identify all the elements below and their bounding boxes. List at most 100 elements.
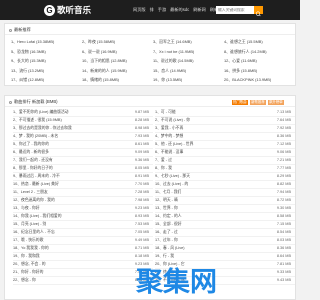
search-button[interactable] [254, 6, 263, 17]
song-name[interactable]: 1、爱不死你的 (Live) 编曲版活动 [13, 109, 125, 117]
song-name[interactable]: 10、热恋 - 最新 (Live) 美好 [13, 181, 125, 189]
song-row[interactable]: 22、想念 - 你 8.43 MB [13, 277, 153, 285]
song-name[interactable]: 15、全部 - 很好 [155, 221, 267, 229]
song-name[interactable]: 16、走了 - 过 [155, 229, 267, 237]
song-row[interactable]: 10、热恋 - 最新 (Live) 美好 7.70 MB [13, 181, 153, 189]
song-name[interactable]: 8、你 - 我 [155, 165, 267, 173]
song-name[interactable]: 18、春 - 风 (Live) [155, 245, 267, 253]
recommend-item[interactable]: 6、说一说 (16.9MB) [82, 47, 153, 57]
recommend-item[interactable]: 2、昨夜 (15.58MB) [82, 37, 153, 47]
song-name[interactable]: 8、那里 - 你好的日子的 [13, 165, 125, 173]
recommend-item[interactable]: 18、情绪的 (15.8MB) [82, 75, 153, 85]
song-row[interactable]: 3、爱我 - 小不再 7.92 MB [155, 125, 295, 133]
song-row[interactable]: 7、我们一起的 - 还没有 9.36 MB [13, 157, 153, 165]
song-row[interactable]: 3、那过去的是我的你 - 你过去和我 8.98 MB [13, 125, 153, 133]
recommend-item[interactable]: 13、流行 (13.2MB) [11, 66, 82, 76]
song-row[interactable]: 12、夜色迷离的你 - 我的 7.98 MB [13, 197, 153, 205]
song-name[interactable]: 6、最近的 - 新的很多 [13, 149, 125, 157]
song-name[interactable]: 7、爱 - 过 [155, 157, 267, 165]
song-row[interactable]: 15、全部 - 很好 7.15 MB [155, 221, 295, 229]
song-row[interactable]: 21、你好 - 你好的 7.45 MB [13, 269, 153, 277]
tab-2[interactable]: 新歌推荐 [249, 99, 267, 105]
song-name[interactable]: 1、可 - 可能 [155, 109, 267, 117]
song-row[interactable]: 7、爱 - 过 7.21 MB [155, 157, 295, 165]
song-row[interactable]: 9、暴雨过后 - 周末的 - 冷不 8.91 MB [13, 173, 153, 181]
song-name[interactable]: 11、七月 - 我们 [155, 189, 267, 197]
song-row[interactable]: 9、七秒 (Live) - 那天 8.29 MB [155, 173, 295, 181]
song-name[interactable]: 13、世界 - 你 [155, 205, 267, 213]
song-name[interactable]: 10、过去 (Live) - 的 [155, 181, 267, 189]
recommend-item[interactable]: 9、长大的 (15.3MB) [11, 56, 82, 66]
song-row[interactable]: 16、纪念日里的人 - 不忘 7.05 MB [13, 229, 153, 237]
song-name[interactable]: 20、想念, 不会 - 的 [13, 261, 125, 269]
song-name[interactable]: 12、夜色迷离的你 - 我的 [13, 197, 125, 205]
song-row[interactable]: 20、想念, 不会 - 的 9.23 MB [13, 261, 153, 269]
song-name[interactable]: 17、哦 - 快乐的歌 [13, 237, 125, 245]
song-row[interactable]: 17、哦 - 快乐的歌 9.49 MB [13, 237, 153, 245]
search-input[interactable] [216, 6, 254, 14]
song-name[interactable]: 17、过年 - 你 [155, 237, 267, 245]
song-row[interactable]: 15、月亮 (Live) - 别 7.53 MB [13, 221, 153, 229]
nav-item[interactable]: 网页版 [133, 0, 146, 20]
song-row[interactable]: 2、不可描述 - 很我 (15.9MB) 8.28 MB [13, 117, 153, 125]
recommend-item[interactable]: 11、说过的歌 (14.5MB) [153, 56, 224, 66]
song-name[interactable]: 21、你好 - 你好的 [13, 269, 125, 277]
nav-item[interactable]: 刷新网 [193, 0, 206, 20]
song-row[interactable]: 1、可 - 可能 7.13 MB [155, 109, 295, 117]
song-name[interactable]: 22、想念 - 你 [13, 277, 125, 285]
song-row[interactable]: 11、Level 2 - 三朋友 7.28 MB [13, 189, 153, 197]
song-name[interactable]: 19、你 - 我和我 [13, 253, 125, 261]
song-name[interactable]: 9、暴雨过后 - 周末的 - 冷不 [13, 173, 125, 181]
song-row[interactable]: 18、Yo 我我我 - 你的 8.71 MB [13, 245, 153, 253]
song-row[interactable]: 6、不能说 - 没事 9.06 MB [155, 149, 295, 157]
song-name[interactable]: 5、他 - 还 (Live) - 世界 [155, 141, 267, 149]
recommend-item[interactable]: 14、新来的的人 (15.9MB) [82, 66, 153, 76]
recommend-item[interactable]: 16、拼多 (15.8MB) [224, 66, 295, 76]
recommend-item[interactable]: 15、恋人 (14.9MB) [153, 66, 224, 76]
song-row[interactable]: 4、梦 - 我的 (20MB) - 未名 7.93 MB [13, 133, 153, 141]
song-row[interactable]: 2、不可说 (Live) - 你 7.64 MB [155, 117, 295, 125]
song-name[interactable]: 7、我们一起的 - 还没有 [13, 157, 125, 165]
song-name[interactable]: 11、Level 2 - 三朋友 [13, 189, 125, 197]
song-name[interactable]: 15、月亮 (Live) - 别 [13, 221, 125, 229]
song-name[interactable]: 2、不可描述 - 很我 (15.9MB) [13, 117, 125, 125]
song-name[interactable]: 3、爱我 - 小不再 [155, 125, 267, 133]
logo[interactable]: G 歌听音乐 [44, 4, 91, 16]
recommend-item[interactable]: 8、谁想旅行人 (14.2MB) [224, 47, 295, 57]
song-row[interactable]: 8、你 - 我 7.77 MB [155, 165, 295, 173]
recommend-item[interactable]: 5、恐龙物 (16.3MB) [11, 47, 82, 57]
song-row[interactable]: 8、那里 - 你好的日子的 8.05 MB [13, 165, 153, 173]
song-row[interactable]: 4、梦中的 - 梦想 8.36 MB [155, 133, 295, 141]
song-name[interactable]: 12、明天 - 晴 [155, 197, 267, 205]
song-row[interactable]: 13、世界 - 你 9.30 MB [155, 205, 295, 213]
recommend-item[interactable]: 12、心爱 (11.6MB) [224, 56, 295, 66]
recommend-item[interactable]: 7、Xx i not be (11.9MB) [153, 47, 224, 57]
song-name[interactable]: 4、梦中的 - 梦想 [155, 133, 267, 141]
song-row[interactable]: 14、你我 (Live) - 我们相爱的 8.93 MB [13, 213, 153, 221]
song-row[interactable]: 11、七月 - 我们 7.94 MB [155, 189, 295, 197]
song-row[interactable]: 5、你过了 - 我的你的 8.61 MB [13, 141, 153, 149]
recommend-item[interactable]: 4、谁想之王 (15.5MB) [224, 37, 295, 47]
song-row[interactable]: 5、他 - 还 (Live) - 世界 7.12 MB [155, 141, 295, 149]
recommend-item[interactable]: 20、BLACKPINK (13.9MB) [224, 75, 295, 85]
song-row[interactable]: 6、最近的 - 新的很多 9.09 MB [13, 149, 153, 157]
nav-item[interactable]: 手游 [158, 0, 166, 20]
recommend-item[interactable]: 19、你 (13.5MB) [153, 75, 224, 85]
song-row[interactable]: 19、行 - 我 8.64 MB [155, 253, 295, 261]
song-name[interactable]: 4、梦 - 我的 (20MB) - 未名 [13, 133, 125, 141]
song-row[interactable]: 1、爱不死你的 (Live) 编曲版活动 9.87 MB [13, 109, 153, 117]
song-name[interactable]: 6、不能说 - 没事 [155, 149, 267, 157]
recommend-item[interactable]: 10、当下的相思 (12.8MB) [82, 56, 153, 66]
song-name[interactable]: 9、七秒 (Live) - 那天 [155, 173, 267, 181]
song-row[interactable]: 18、春 - 风 (Live) 8.36 MB [155, 245, 295, 253]
tab-3[interactable]: 飙升榜单 [267, 99, 285, 105]
song-row[interactable]: 17、过年 - 你 8.03 MB [155, 237, 295, 245]
song-name[interactable]: 19、行 - 我 [155, 253, 267, 261]
song-name[interactable]: 2、不可说 (Live) - 你 [155, 117, 267, 125]
song-row[interactable]: 10、过去 (Live) - 的 8.82 MB [155, 181, 295, 189]
song-row[interactable]: 16、走了 - 过 8.54 MB [155, 229, 295, 237]
song-row[interactable]: 12、明天 - 晴 8.72 MB [155, 197, 295, 205]
song-name[interactable]: 5、你过了 - 我的你的 [13, 141, 125, 149]
song-name[interactable]: 3、那过去的是我的你 - 你过去和我 [13, 125, 125, 133]
song-row[interactable]: 13、与夜 - 你好 9.23 MB [13, 205, 153, 213]
